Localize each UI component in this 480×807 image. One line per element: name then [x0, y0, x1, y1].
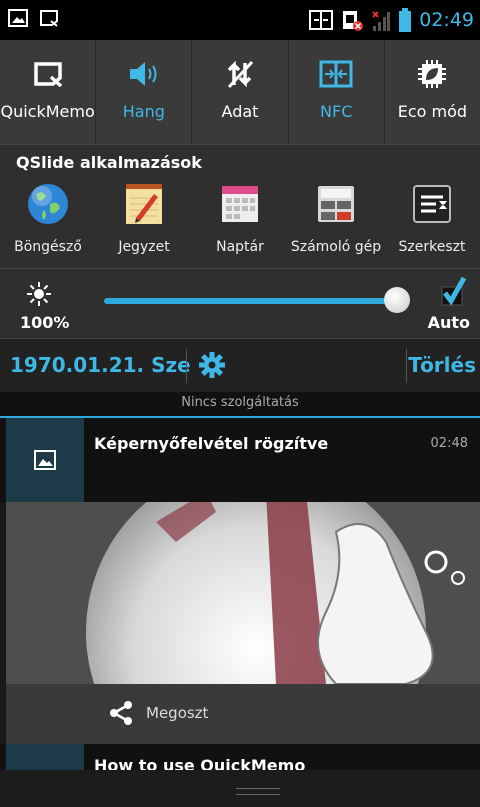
screenshot-preview-image[interactable]: [6, 502, 480, 684]
qslide-app-calculator[interactable]: Számoló gép: [288, 181, 384, 255]
status-bar: 02:49: [0, 0, 480, 40]
divider: [186, 349, 187, 383]
brightness-icon: [27, 282, 51, 306]
notification-title: How to use QuickMemo: [94, 756, 306, 770]
toggle-sound[interactable]: Hang: [96, 40, 193, 144]
notification-icon-box: [6, 418, 84, 502]
clock: 02:49: [419, 9, 474, 31]
sim-error-icon: [343, 11, 364, 31]
quick-settings-toggles: QuickMemo Hang Adat NFC Eco mód: [0, 40, 480, 144]
data-off-icon: [227, 60, 254, 89]
globe-icon: [28, 184, 68, 224]
calendar-icon: [222, 186, 258, 222]
auto-brightness-label: Auto: [427, 313, 470, 332]
toggle-eco-mode[interactable]: Eco mód: [385, 40, 480, 144]
notification-title: Képernyőfelvétel rögzítve: [94, 434, 329, 453]
image-icon: [34, 450, 56, 470]
toggle-label: Eco mód: [397, 102, 468, 121]
share-icon: [110, 701, 132, 725]
screenshot-icon: [8, 9, 28, 27]
toggle-label: Adat: [221, 102, 259, 121]
quickmemo-icon: [40, 10, 58, 27]
toggle-data[interactable]: Adat: [192, 40, 289, 144]
notification-screenshot[interactable]: Képernyőfelvétel rögzítve 02:48: [0, 418, 480, 502]
app-label: Számoló gép: [290, 239, 382, 255]
no-signal-icon: [372, 11, 391, 31]
quickmemo-icon: [33, 62, 62, 87]
speaker-icon: [129, 62, 157, 86]
brightness-panel: 100% Auto: [0, 268, 480, 339]
edit-list-icon: [413, 185, 451, 223]
qslide-app-edit[interactable]: Szerkeszt: [384, 181, 480, 255]
toggle-nfc[interactable]: NFC: [289, 40, 385, 144]
app-label: Naptár: [216, 239, 264, 255]
battery-icon: [399, 8, 412, 32]
qslide-panel: QSlide alkalmazások Böngésző Jegyzet Nap…: [0, 144, 480, 269]
toggle-label: NFC: [320, 102, 353, 121]
drag-handle[interactable]: [0, 770, 480, 807]
date-bar: 1970.01.21. Sze Törlés: [0, 338, 480, 393]
toggle-quickmemo[interactable]: QuickMemo: [0, 40, 97, 144]
nfc-icon: [319, 60, 353, 88]
qslide-app-notes[interactable]: Jegyzet: [96, 181, 192, 255]
qslide-title: QSlide alkalmazások: [16, 153, 202, 172]
notification-time: 02:48: [430, 436, 468, 451]
app-label: Jegyzet: [118, 239, 170, 255]
calculator-icon: [318, 186, 354, 222]
qslide-app-browser[interactable]: Böngésző: [0, 181, 96, 255]
brightness-slider-thumb[interactable]: [384, 287, 410, 313]
notification-icon-box: [6, 744, 84, 770]
grip-lines-icon: [236, 788, 280, 795]
share-action-bar[interactable]: Megoszt: [6, 684, 480, 744]
brightness-slider-track[interactable]: [104, 298, 400, 304]
clear-button[interactable]: Törlés: [408, 353, 476, 377]
auto-brightness-checkbox[interactable]: [440, 275, 468, 307]
settings-gear-icon[interactable]: [198, 351, 226, 379]
nfc-icon: [309, 10, 334, 30]
share-label: Megoszt: [146, 704, 209, 722]
notification-quickmemo-help[interactable]: How to use QuickMemo: [0, 744, 480, 770]
date-label: 1970.01.21. Sze: [10, 353, 191, 377]
no-service-label: Nincs szolgáltatás: [0, 392, 480, 418]
toggle-label: QuickMemo: [0, 102, 95, 121]
app-label: Szerkeszt: [398, 239, 466, 255]
eco-chip-icon: [418, 60, 447, 88]
notepad-icon: [126, 184, 162, 224]
toggle-label: Hang: [122, 102, 165, 121]
app-label: Böngésző: [14, 239, 82, 255]
preview-artwork: [6, 502, 480, 684]
qslide-app-calendar[interactable]: Naptár: [192, 181, 288, 255]
brightness-percent: 100%: [20, 313, 70, 332]
divider: [406, 349, 407, 383]
